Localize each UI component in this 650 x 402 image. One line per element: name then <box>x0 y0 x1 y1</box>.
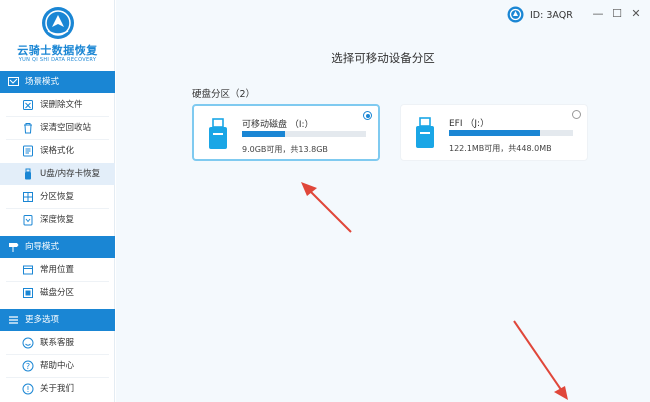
sidebar: 云骑士数据恢复 YUN QI SHI DATA RECOVERY 场景模式 误删… <box>0 0 115 402</box>
section-label: 更多选项 <box>25 315 60 325</box>
capacity-bar-fill <box>242 131 286 137</box>
common-location-icon <box>23 265 33 275</box>
device-capacity: 9.0GB可用，共13.8GB <box>242 145 328 154</box>
logo-title: 云骑士数据恢复 <box>17 44 98 57</box>
sidebar-item-delete-file[interactable]: 误删除文件 <box>0 94 115 116</box>
sidebar-item-usb-recovery[interactable]: U盘/内存卡恢复 <box>0 163 115 185</box>
device-name: EFI （J:） <box>449 119 490 129</box>
device-card-efi[interactable]: EFI （J:） 122.1MB可用，共448.0MB <box>400 104 588 161</box>
sidebar-item-label: U盘/内存卡恢复 <box>40 169 101 179</box>
format-icon <box>23 145 33 157</box>
more-options-icon <box>9 316 18 324</box>
device-name: 可移动磁盘 （I:） <box>242 120 314 130</box>
capacity-bar <box>242 131 366 137</box>
close-button[interactable]: ✕ <box>630 8 642 20</box>
deep-recovery-icon <box>23 215 33 226</box>
usb-icon <box>25 168 31 180</box>
section-more-options: 更多选项 <box>0 309 115 331</box>
logo-badge-icon <box>42 7 74 39</box>
sidebar-item-label: 常用位置 <box>40 265 75 275</box>
sidebar-item-customer-service[interactable]: 联系客服 <box>0 332 115 354</box>
capacity-bar-fill <box>449 130 540 136</box>
sidebar-item-label: 分区恢复 <box>40 192 75 202</box>
disk-partition-icon <box>23 288 33 298</box>
device-card-removable-disk[interactable]: 可移动磁盘 （I:） 9.0GB可用，共13.8GB <box>192 104 380 161</box>
section-scene-mode: 场景模式 <box>0 71 115 93</box>
usb-drive-icon <box>209 118 227 149</box>
recycle-bin-icon <box>24 123 32 134</box>
device-capacity: 122.1MB可用，共448.0MB <box>449 144 552 153</box>
maximize-button[interactable]: ☐ <box>611 8 623 20</box>
sidebar-item-recycle-bin[interactable]: 误清空回收站 <box>0 117 115 139</box>
sidebar-item-deep-recovery[interactable]: 深度恢复 <box>0 209 115 231</box>
guide-mode-icon <box>9 243 19 252</box>
sidebar-item-label: 误清空回收站 <box>40 123 92 133</box>
device-radio[interactable] <box>572 110 581 119</box>
delete-file-icon <box>23 100 33 110</box>
about-icon: ! <box>22 383 34 395</box>
sidebar-item-common-location[interactable]: 常用位置 <box>0 259 115 281</box>
sidebar-item-partition-recovery[interactable]: 分区恢复 <box>0 186 115 208</box>
sidebar-item-help-center[interactable]: ? 帮助中心 <box>0 355 115 377</box>
sidebar-item-label: 磁盘分区 <box>40 288 75 298</box>
sidebar-item-disk-partition[interactable]: 磁盘分区 <box>0 282 115 304</box>
help-icon: ? <box>22 360 34 372</box>
annotation-arrow-icon <box>513 320 568 400</box>
logo-subtitle: YUN QI SHI DATA RECOVERY <box>18 57 97 63</box>
capacity-bar <box>449 130 573 136</box>
scene-mode-icon <box>8 77 19 86</box>
app-logo: 云骑士数据恢复 YUN QI SHI DATA RECOVERY <box>0 0 115 70</box>
annotation-arrow-icon <box>301 182 352 233</box>
user-id-icon <box>507 6 524 23</box>
sidebar-item-label: 误格式化 <box>40 146 75 156</box>
svg-text:!: ! <box>26 385 29 394</box>
sidebar-item-format[interactable]: 误格式化 <box>0 140 115 162</box>
partition-group-label: 硬盘分区（2） <box>192 89 256 100</box>
device-radio-selected[interactable] <box>363 111 372 120</box>
customer-service-icon <box>22 337 34 349</box>
section-guide-mode: 向导模式 <box>0 236 115 258</box>
usb-drive-icon <box>416 117 434 148</box>
svg-text:?: ? <box>26 362 30 371</box>
minimize-button[interactable]: — <box>592 8 604 20</box>
page-title: 选择可移动设备分区 <box>331 51 435 65</box>
sidebar-item-label: 帮助中心 <box>40 361 75 371</box>
sidebar-item-label: 深度恢复 <box>40 215 75 225</box>
partition-icon <box>23 192 33 202</box>
sidebar-item-label: 联系客服 <box>40 338 75 348</box>
sidebar-item-label: 误删除文件 <box>40 100 83 110</box>
user-id-label: ID: 3AQR <box>530 10 573 21</box>
sidebar-item-label: 关于我们 <box>40 384 75 394</box>
section-label: 场景模式 <box>25 77 60 87</box>
section-label: 向导模式 <box>25 242 60 252</box>
sidebar-item-about[interactable]: ! 关于我们 <box>0 378 115 400</box>
